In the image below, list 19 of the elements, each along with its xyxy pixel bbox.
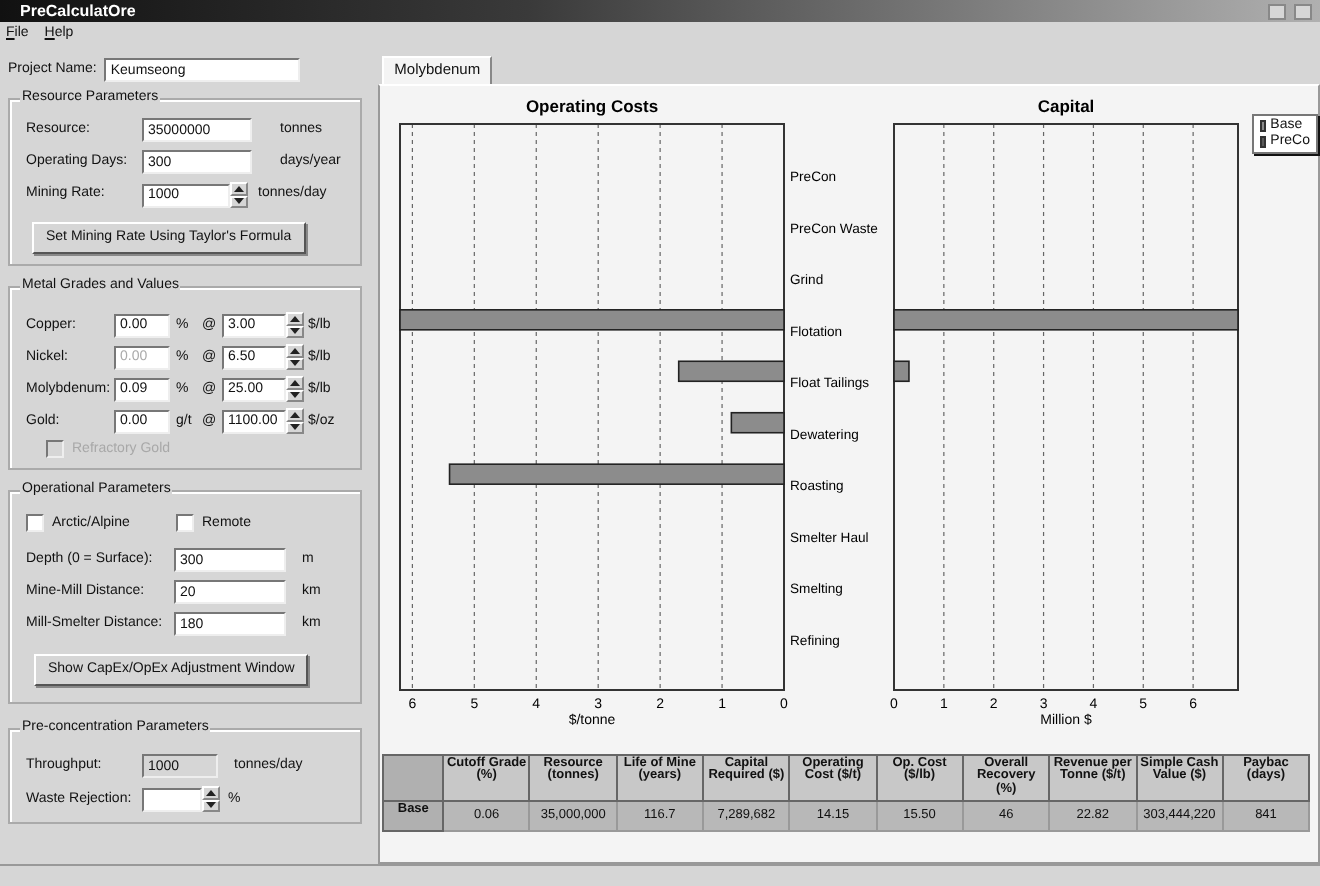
down-triangle-icon <box>290 360 300 367</box>
checkbox[interactable] <box>26 514 44 533</box>
up-triangle-icon <box>290 379 300 386</box>
chart-title: Operating Costs <box>526 95 659 116</box>
down-triangle-icon <box>206 802 216 809</box>
header-cell <box>383 754 444 802</box>
down-triangle-icon <box>234 198 244 205</box>
window-title: PreCalculatOre <box>20 1 136 21</box>
chart-title: Capital <box>1037 95 1095 116</box>
input-field[interactable] <box>142 787 202 812</box>
up-triangle-icon <box>290 315 300 322</box>
checkbox[interactable] <box>176 514 194 533</box>
up-triangle-icon <box>206 789 216 796</box>
up-triangle-icon <box>290 411 300 418</box>
up-triangle-icon <box>290 347 300 354</box>
up-triangle-icon <box>234 185 244 192</box>
down-triangle-icon <box>290 392 300 399</box>
down-triangle-icon <box>290 424 300 431</box>
down-triangle-icon <box>290 328 300 335</box>
